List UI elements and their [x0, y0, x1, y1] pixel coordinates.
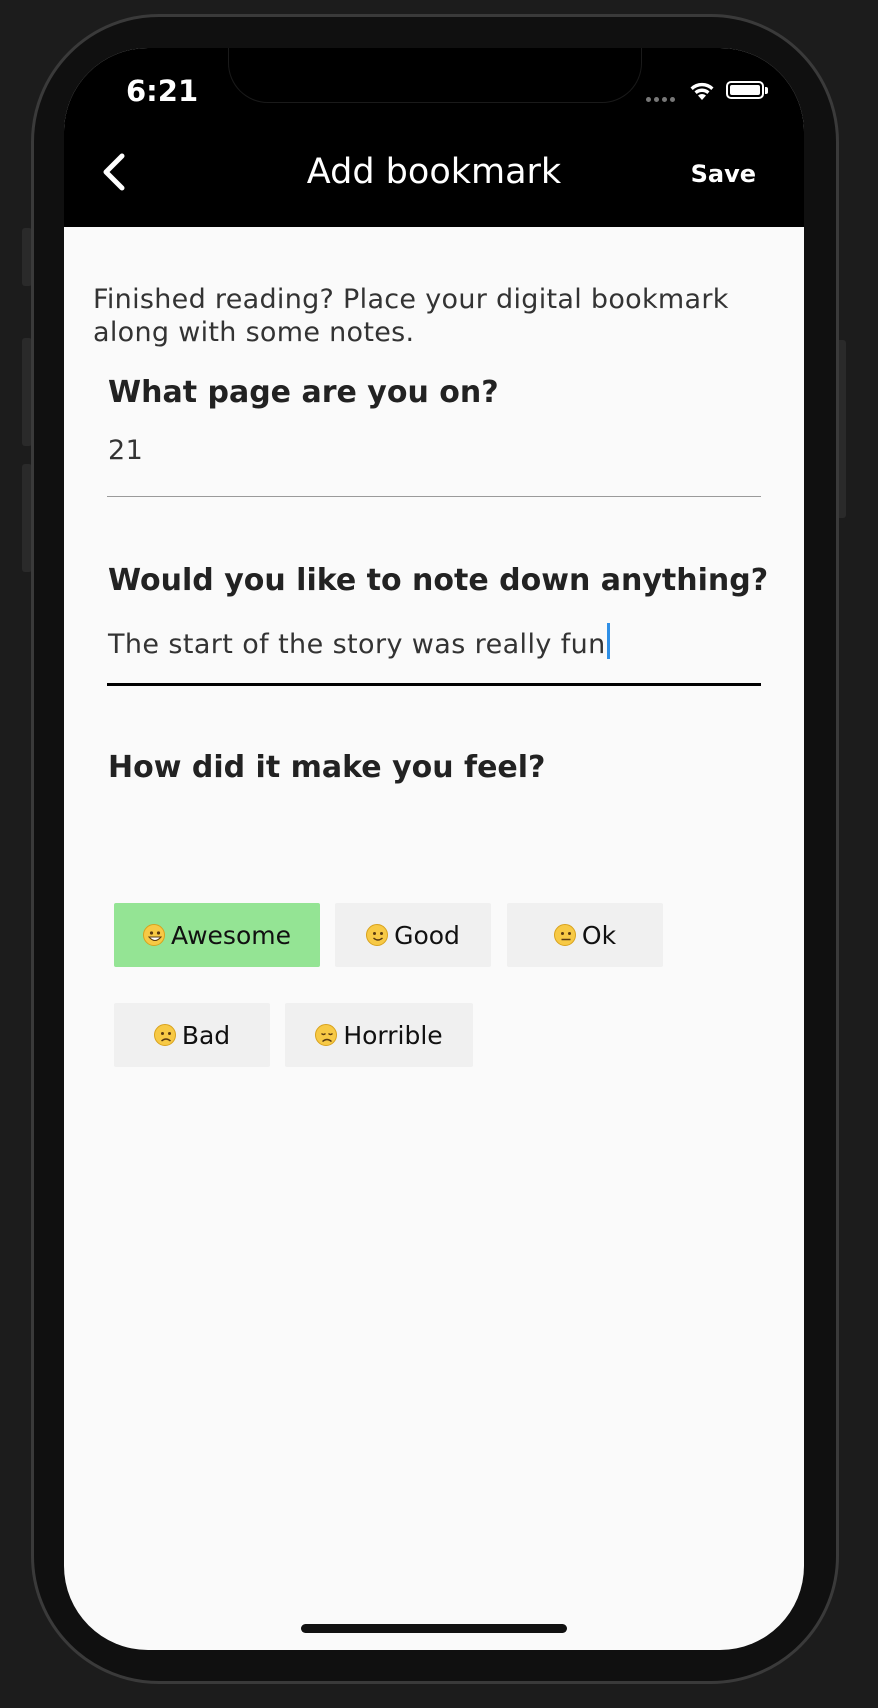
feeling-chip-label: Awesome: [171, 920, 291, 950]
wifi-icon: [690, 82, 714, 100]
phone-screen: 6:21 Add bookmark Save Finished reading?…: [64, 48, 804, 1650]
page-field-underline: [107, 496, 761, 497]
feeling-chip-awesome[interactable]: Awesome: [114, 903, 320, 967]
feeling-chip-label: Good: [394, 920, 460, 950]
status-time: 6:21: [126, 74, 199, 108]
app-bar: 6:21 Add bookmark Save: [64, 48, 804, 227]
feeling-chip-label: Bad: [181, 1020, 231, 1050]
battery-icon: [726, 81, 768, 99]
home-indicator[interactable]: [301, 1624, 567, 1633]
grinning-face-icon: [143, 924, 165, 946]
notes-field-underline: [107, 683, 761, 686]
cellular-signal-icon: [646, 97, 675, 102]
disappointed-face-icon: [315, 1024, 338, 1046]
neutral-face-icon: [553, 924, 576, 946]
feeling-chip-label: Horrible: [343, 1020, 443, 1050]
page-field-label: What page are you on?: [108, 375, 499, 410]
feeling-chip-ok[interactable]: Ok: [507, 903, 663, 967]
feeling-chip-horrible[interactable]: Horrible: [285, 1003, 473, 1067]
slightly-frowning-face-icon: [153, 1024, 176, 1046]
text-caret: [606, 623, 610, 659]
feeling-label: How did it make you feel?: [108, 750, 546, 785]
intro-text: Finished reading? Place your digital boo…: [93, 284, 729, 348]
notch: [228, 48, 642, 103]
slightly-smiling-face-icon: [366, 924, 389, 946]
notes-input-text: The start of the story was really fun: [108, 629, 606, 660]
feeling-chip-bad[interactable]: Bad: [114, 1003, 270, 1067]
save-button[interactable]: Save: [691, 160, 756, 188]
notes-field-label: Would you like to note down anything?: [108, 563, 769, 598]
notes-input[interactable]: The start of the story was really fun: [108, 623, 610, 660]
feeling-chip-label: Ok: [581, 920, 617, 950]
page-number-input[interactable]: 21: [108, 435, 143, 466]
feeling-chip-good[interactable]: Good: [335, 903, 491, 967]
